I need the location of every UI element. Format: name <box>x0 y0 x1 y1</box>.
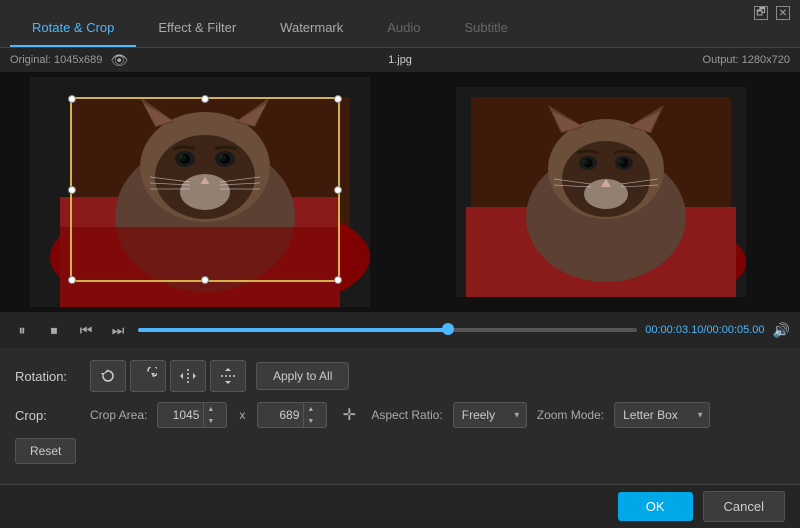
timeline-track[interactable] <box>138 328 637 332</box>
play-button[interactable]: ⏸ <box>10 318 34 342</box>
cancel-button[interactable]: Cancel <box>703 491 785 522</box>
next-button[interactable]: ⏭ <box>106 318 130 342</box>
move-icon[interactable]: ✛ <box>337 403 361 427</box>
minimize-button[interactable]: 🗗 <box>754 6 768 20</box>
preview-left[interactable] <box>0 72 399 312</box>
flip-h-icon <box>179 367 197 385</box>
tab-audio: Audio <box>365 10 442 47</box>
zoom-mode-wrapper[interactable]: Letter Box Pan & Scan Full <box>614 402 710 428</box>
reset-button[interactable]: Reset <box>15 438 76 464</box>
tab-subtitle: Subtitle <box>443 10 530 47</box>
controls-panel: Rotation: <box>0 348 800 476</box>
main-content: Original: 1045x689 👁 1.jpg Output: 1280x… <box>0 48 800 528</box>
timeline-fill <box>138 328 448 332</box>
volume-icon[interactable]: 🔊 <box>773 322 790 339</box>
rotate-right-button[interactable] <box>130 360 166 392</box>
flip-v-icon <box>219 367 237 385</box>
aspect-ratio-select[interactable]: Freely Original 16:9 4:3 1:1 <box>453 402 527 428</box>
tab-bar: Rotate & Crop Effect & Filter Watermark … <box>0 0 800 48</box>
rotate-left-icon <box>99 367 117 385</box>
close-button[interactable]: ✕ <box>776 6 790 20</box>
eye-icon[interactable]: 👁 <box>110 52 128 69</box>
bottom-bar: OK Cancel <box>0 484 800 528</box>
crop-width-spinners: ▲ ▼ <box>203 403 217 427</box>
crop-width-up[interactable]: ▲ <box>204 403 217 415</box>
rotation-row: Rotation: <box>15 360 785 392</box>
prev-button[interactable]: ⏮ <box>74 318 98 342</box>
right-cat-image <box>456 87 746 297</box>
time-display: 00:00:03.10/00:00:05.00 <box>645 324 764 336</box>
controls-bar: ⏸ ⏹ ⏮ ⏭ 00:00:03.10/00:00:05.00 🔊 <box>0 312 800 348</box>
tab-watermark[interactable]: Watermark <box>258 10 365 47</box>
aspect-ratio-label: Aspect Ratio: <box>371 408 442 422</box>
flip-vertical-button[interactable] <box>210 360 246 392</box>
info-bar: Original: 1045x689 👁 1.jpg Output: 1280x… <box>0 48 800 72</box>
apply-to-all-button[interactable]: Apply to All <box>256 362 349 390</box>
reset-row: Reset <box>15 438 785 464</box>
crop-area-label: Crop Area: <box>90 408 147 422</box>
preview-right <box>401 72 800 312</box>
ok-button[interactable]: OK <box>618 492 693 521</box>
original-size: Original: 1045x689 👁 <box>10 52 128 69</box>
output-size: Output: 1280x720 <box>703 54 790 66</box>
crop-row: Crop: Crop Area: ▲ ▼ x ▲ ▼ ✛ Aspect Rati… <box>15 402 785 428</box>
flip-horizontal-button[interactable] <box>170 360 206 392</box>
crop-width-down[interactable]: ▼ <box>204 415 217 427</box>
tab-rotate-crop[interactable]: Rotate & Crop <box>10 10 136 47</box>
crop-width-field[interactable] <box>158 408 203 422</box>
filename: 1.jpg <box>388 54 412 66</box>
zoom-mode-label: Zoom Mode: <box>537 408 604 422</box>
crop-height-down[interactable]: ▼ <box>304 415 317 427</box>
video-area: Original: 1045x689 👁 1.jpg Output: 1280x… <box>0 48 800 348</box>
rotate-right-icon <box>139 367 157 385</box>
rotation-buttons <box>90 360 246 392</box>
rotate-left-button[interactable] <box>90 360 126 392</box>
timeline-thumb <box>442 323 454 335</box>
crop-width-input[interactable]: ▲ ▼ <box>157 402 227 428</box>
crop-height-spinners: ▲ ▼ <box>303 403 317 427</box>
zoom-mode-select[interactable]: Letter Box Pan & Scan Full <box>614 402 710 428</box>
preview-panels <box>0 72 800 312</box>
tab-effect-filter[interactable]: Effect & Filter <box>136 10 258 47</box>
crop-label: Crop: <box>15 408 80 423</box>
rotation-label: Rotation: <box>15 369 80 384</box>
cross-separator: x <box>237 408 247 422</box>
crop-height-input[interactable]: ▲ ▼ <box>257 402 327 428</box>
title-bar: 🗗 ✕ <box>744 0 800 26</box>
left-cat-image <box>30 77 370 307</box>
crop-height-field[interactable] <box>258 408 303 422</box>
crop-height-up[interactable]: ▲ <box>304 403 317 415</box>
stop-button[interactable]: ⏹ <box>42 318 66 342</box>
aspect-ratio-wrapper[interactable]: Freely Original 16:9 4:3 1:1 <box>453 402 527 428</box>
